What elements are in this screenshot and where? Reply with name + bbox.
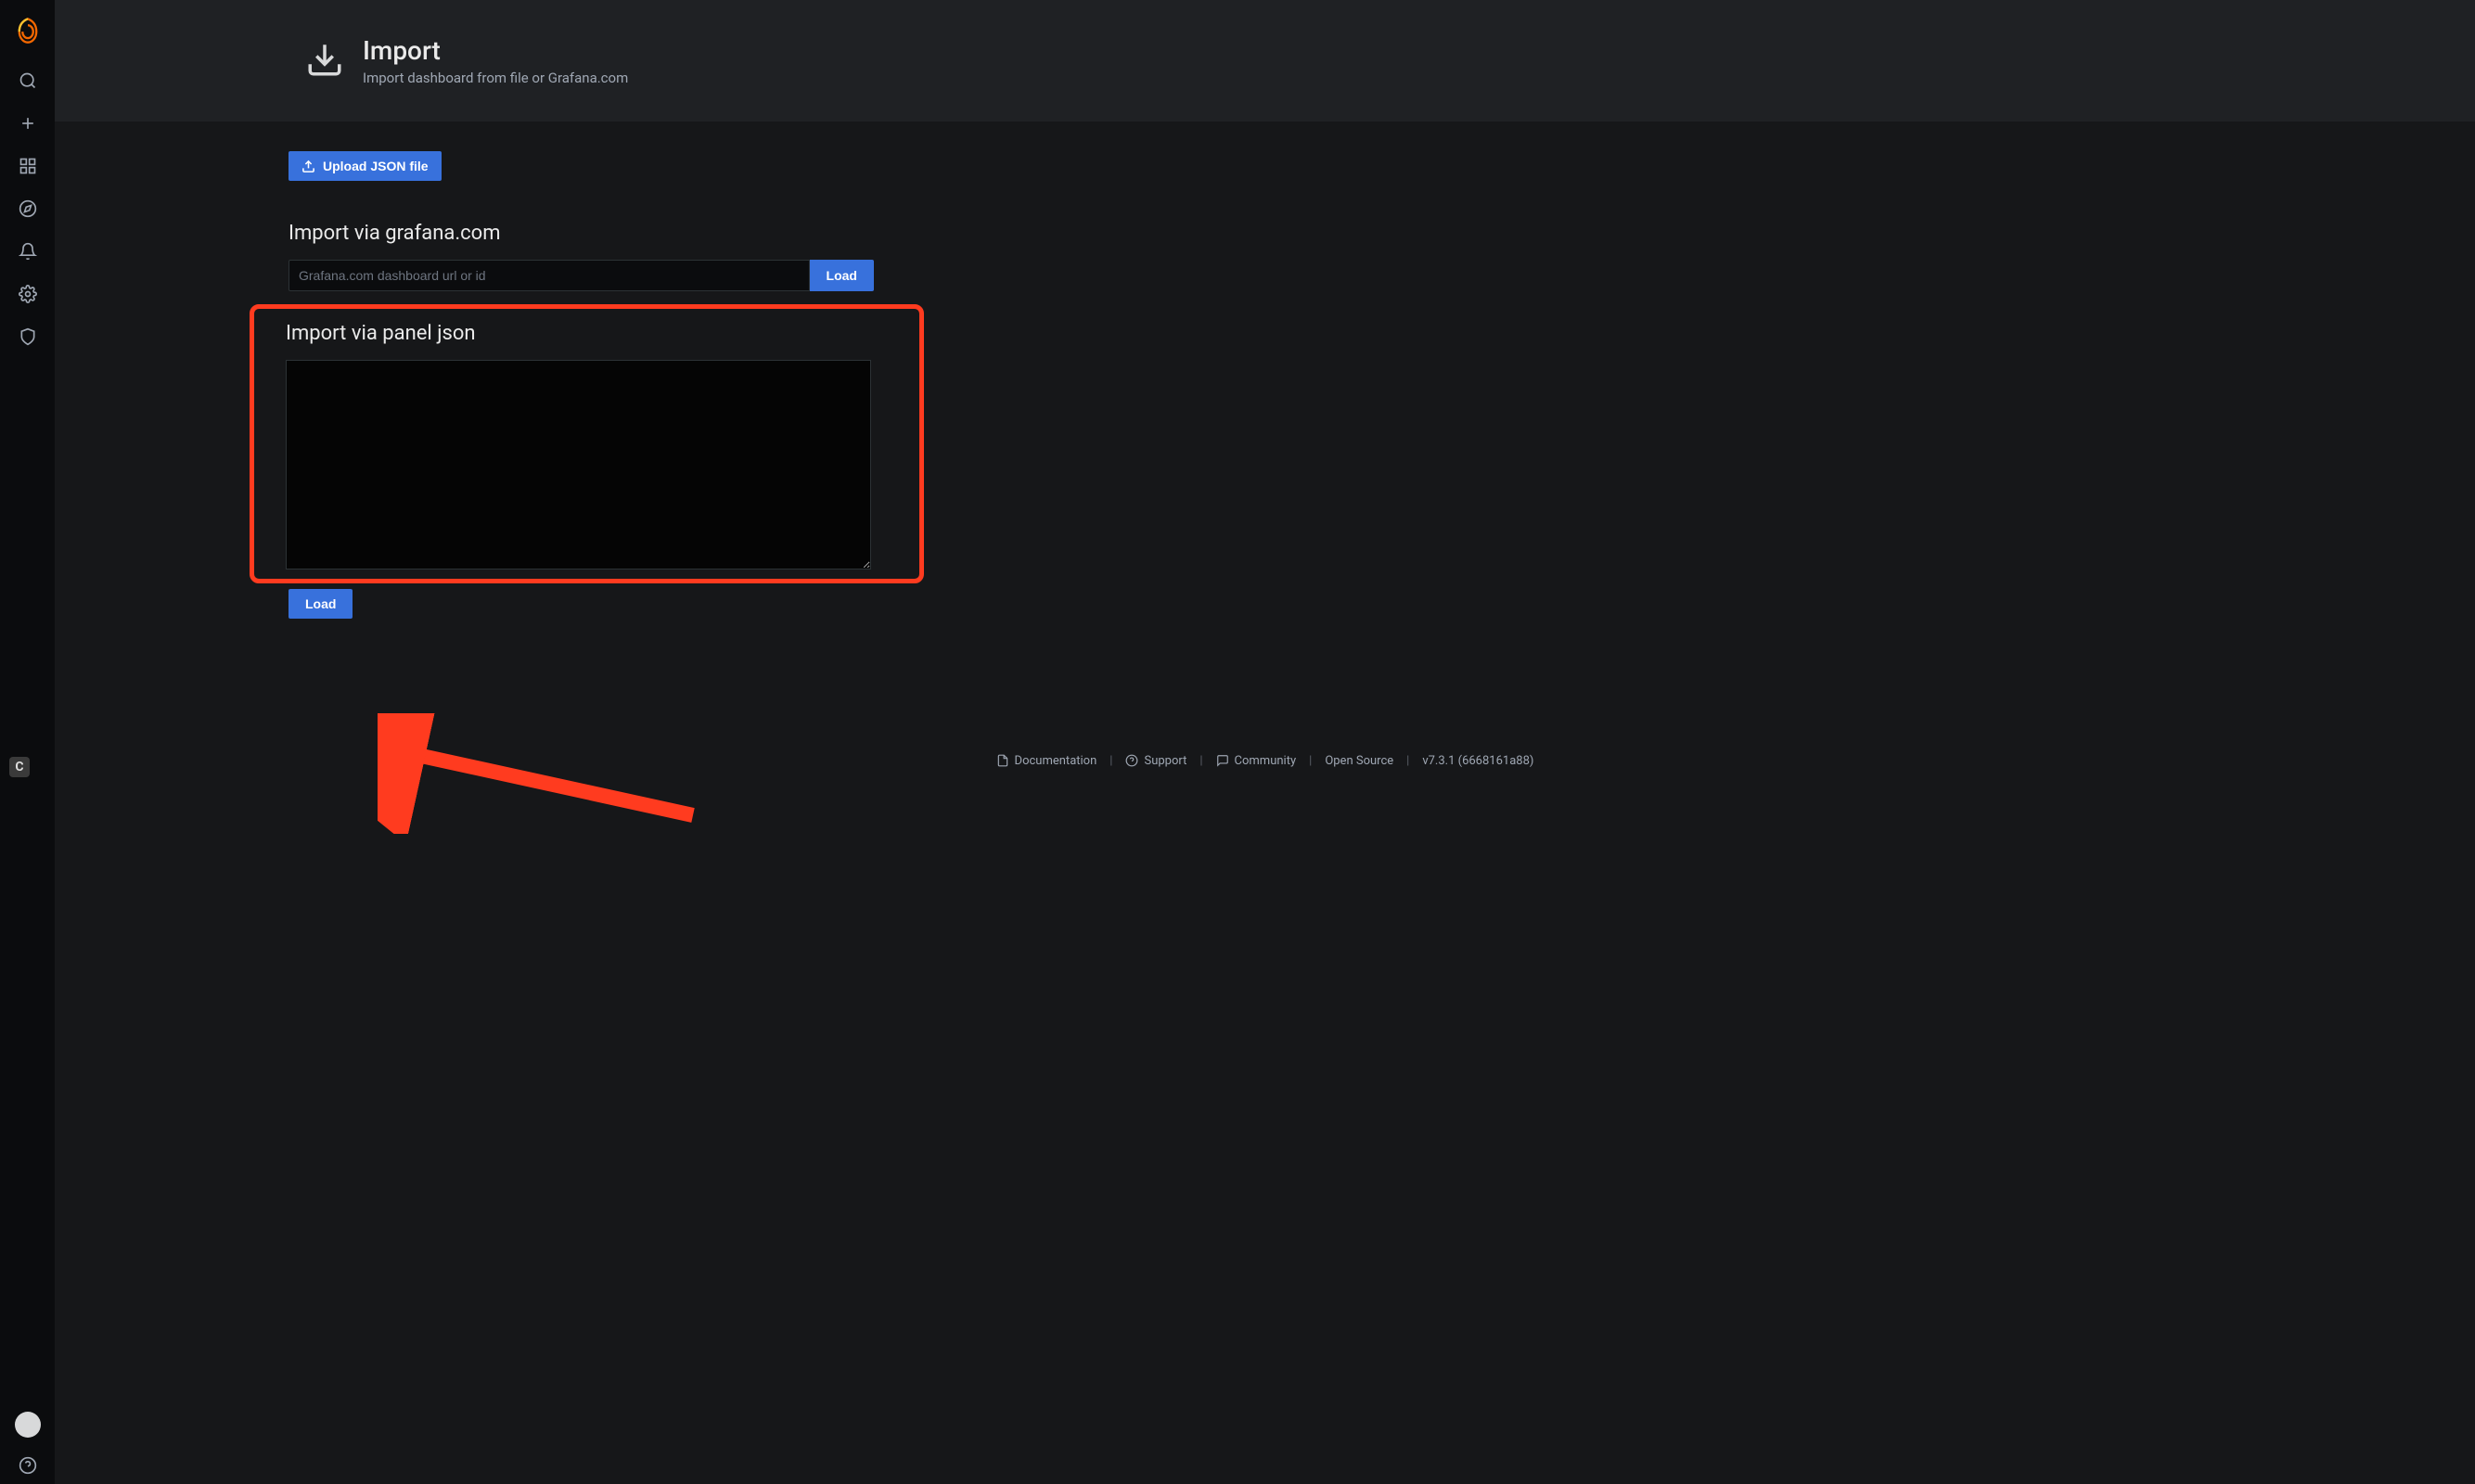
bell-icon bbox=[19, 242, 37, 261]
main: Upload JSON file Import via grafana.com … bbox=[55, 122, 2475, 779]
footer-support[interactable]: Support bbox=[1125, 754, 1186, 768]
nav-configuration[interactable] bbox=[0, 273, 55, 315]
footer-version[interactable]: v7.3.1 (6668161a88) bbox=[1422, 754, 1533, 768]
document-icon bbox=[996, 754, 1009, 767]
compass-icon bbox=[19, 199, 37, 218]
content: Import Import dashboard from file or Gra… bbox=[55, 0, 2475, 779]
browser-extension-badge[interactable]: C bbox=[9, 757, 30, 777]
search-icon bbox=[19, 71, 37, 90]
help-icon bbox=[19, 1456, 37, 1475]
nav-alerting[interactable] bbox=[0, 230, 55, 273]
plus-icon bbox=[19, 114, 37, 133]
import-url-heading: Import via grafana.com bbox=[289, 222, 2475, 245]
nav-help[interactable] bbox=[0, 1447, 55, 1484]
grafana-url-input[interactable] bbox=[289, 260, 810, 291]
annotation-highlight: Import via panel json bbox=[250, 304, 924, 583]
nav-explore[interactable] bbox=[0, 187, 55, 230]
import-icon bbox=[305, 40, 344, 83]
page-title: Import bbox=[363, 35, 628, 66]
gear-icon bbox=[19, 285, 37, 303]
upload-json-label: Upload JSON file bbox=[323, 159, 429, 173]
page-header: Import Import dashboard from file or Gra… bbox=[55, 0, 2475, 122]
nav-admin[interactable] bbox=[0, 315, 55, 358]
grafana-logo-icon bbox=[15, 17, 41, 45]
import-url-row: Load bbox=[289, 260, 874, 291]
nav-search[interactable] bbox=[0, 59, 55, 102]
footer: Documentation | Support | Community | Op… bbox=[55, 742, 2475, 779]
load-from-url-button[interactable]: Load bbox=[810, 260, 874, 291]
page-subtitle: Import dashboard from file or Grafana.co… bbox=[363, 70, 628, 86]
user-avatar[interactable] bbox=[15, 1412, 41, 1438]
apps-icon bbox=[19, 157, 37, 175]
nav-create[interactable] bbox=[0, 102, 55, 145]
upload-icon bbox=[301, 160, 315, 173]
shield-icon bbox=[19, 327, 37, 346]
grafana-logo[interactable] bbox=[0, 6, 55, 56]
footer-documentation[interactable]: Documentation bbox=[996, 754, 1097, 768]
import-json-heading: Import via panel json bbox=[286, 322, 888, 345]
load-from-json-button[interactable]: Load bbox=[289, 589, 353, 619]
comments-icon bbox=[1216, 754, 1229, 767]
upload-json-button[interactable]: Upload JSON file bbox=[289, 151, 442, 181]
panel-json-textarea[interactable] bbox=[286, 360, 871, 569]
sidebar bbox=[0, 0, 55, 1484]
footer-community[interactable]: Community bbox=[1216, 754, 1297, 768]
help-circle-icon bbox=[1125, 754, 1138, 767]
footer-license[interactable]: Open Source bbox=[1325, 754, 1393, 768]
nav-dashboards[interactable] bbox=[0, 145, 55, 187]
